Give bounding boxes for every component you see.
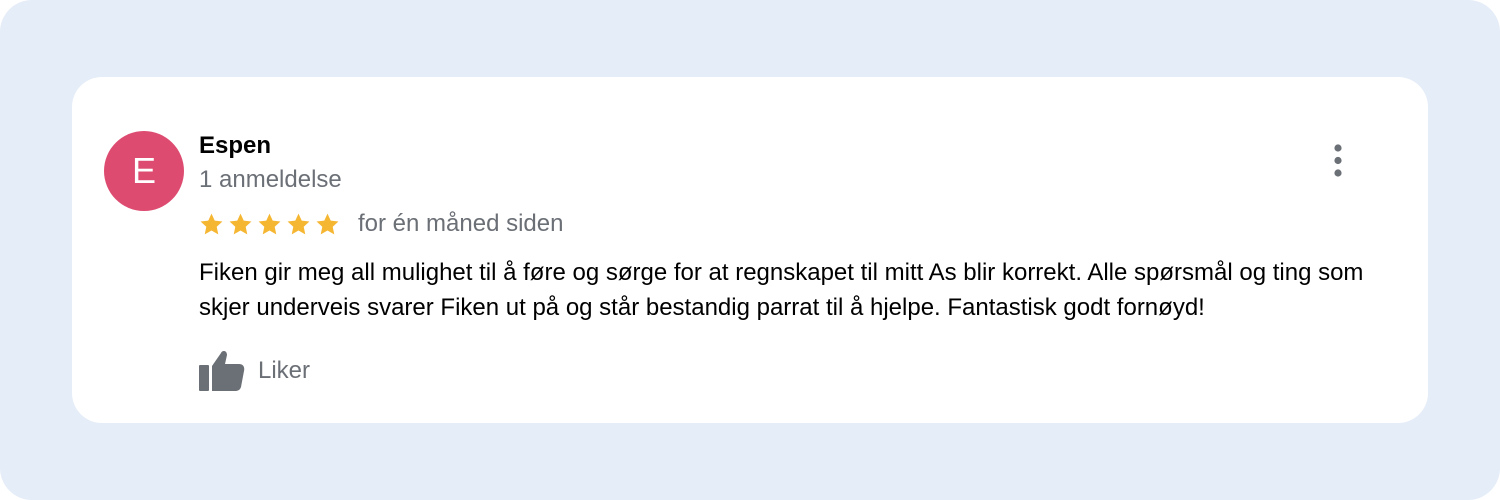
review-text: Fiken gir meg all mulighet til å føre og… bbox=[199, 259, 1364, 321]
author-name[interactable]: Espen bbox=[199, 130, 271, 162]
page-background: E Espen 1 anmeldelse for én måned siden … bbox=[0, 0, 1500, 500]
star-icon bbox=[257, 212, 282, 237]
review-time: for én måned siden bbox=[358, 210, 564, 237]
avatar[interactable]: E bbox=[104, 131, 184, 211]
like-button[interactable]: Liker bbox=[199, 349, 310, 393]
star-icon bbox=[199, 212, 224, 237]
review-card: E Espen 1 anmeldelse for én måned siden … bbox=[72, 77, 1428, 423]
star-rating bbox=[199, 212, 344, 237]
star-icon bbox=[315, 212, 340, 237]
avatar-initial: E bbox=[131, 150, 156, 191]
thumbs-up-icon bbox=[199, 349, 245, 393]
more-vertical-icon bbox=[1326, 144, 1350, 183]
like-label: Liker bbox=[258, 357, 311, 384]
more-options-button[interactable] bbox=[1326, 143, 1350, 179]
star-icon bbox=[228, 212, 253, 237]
rating-row: for én måned siden bbox=[199, 208, 563, 240]
review-count: 1 anmeldelse bbox=[199, 166, 342, 193]
star-icon bbox=[286, 212, 311, 237]
